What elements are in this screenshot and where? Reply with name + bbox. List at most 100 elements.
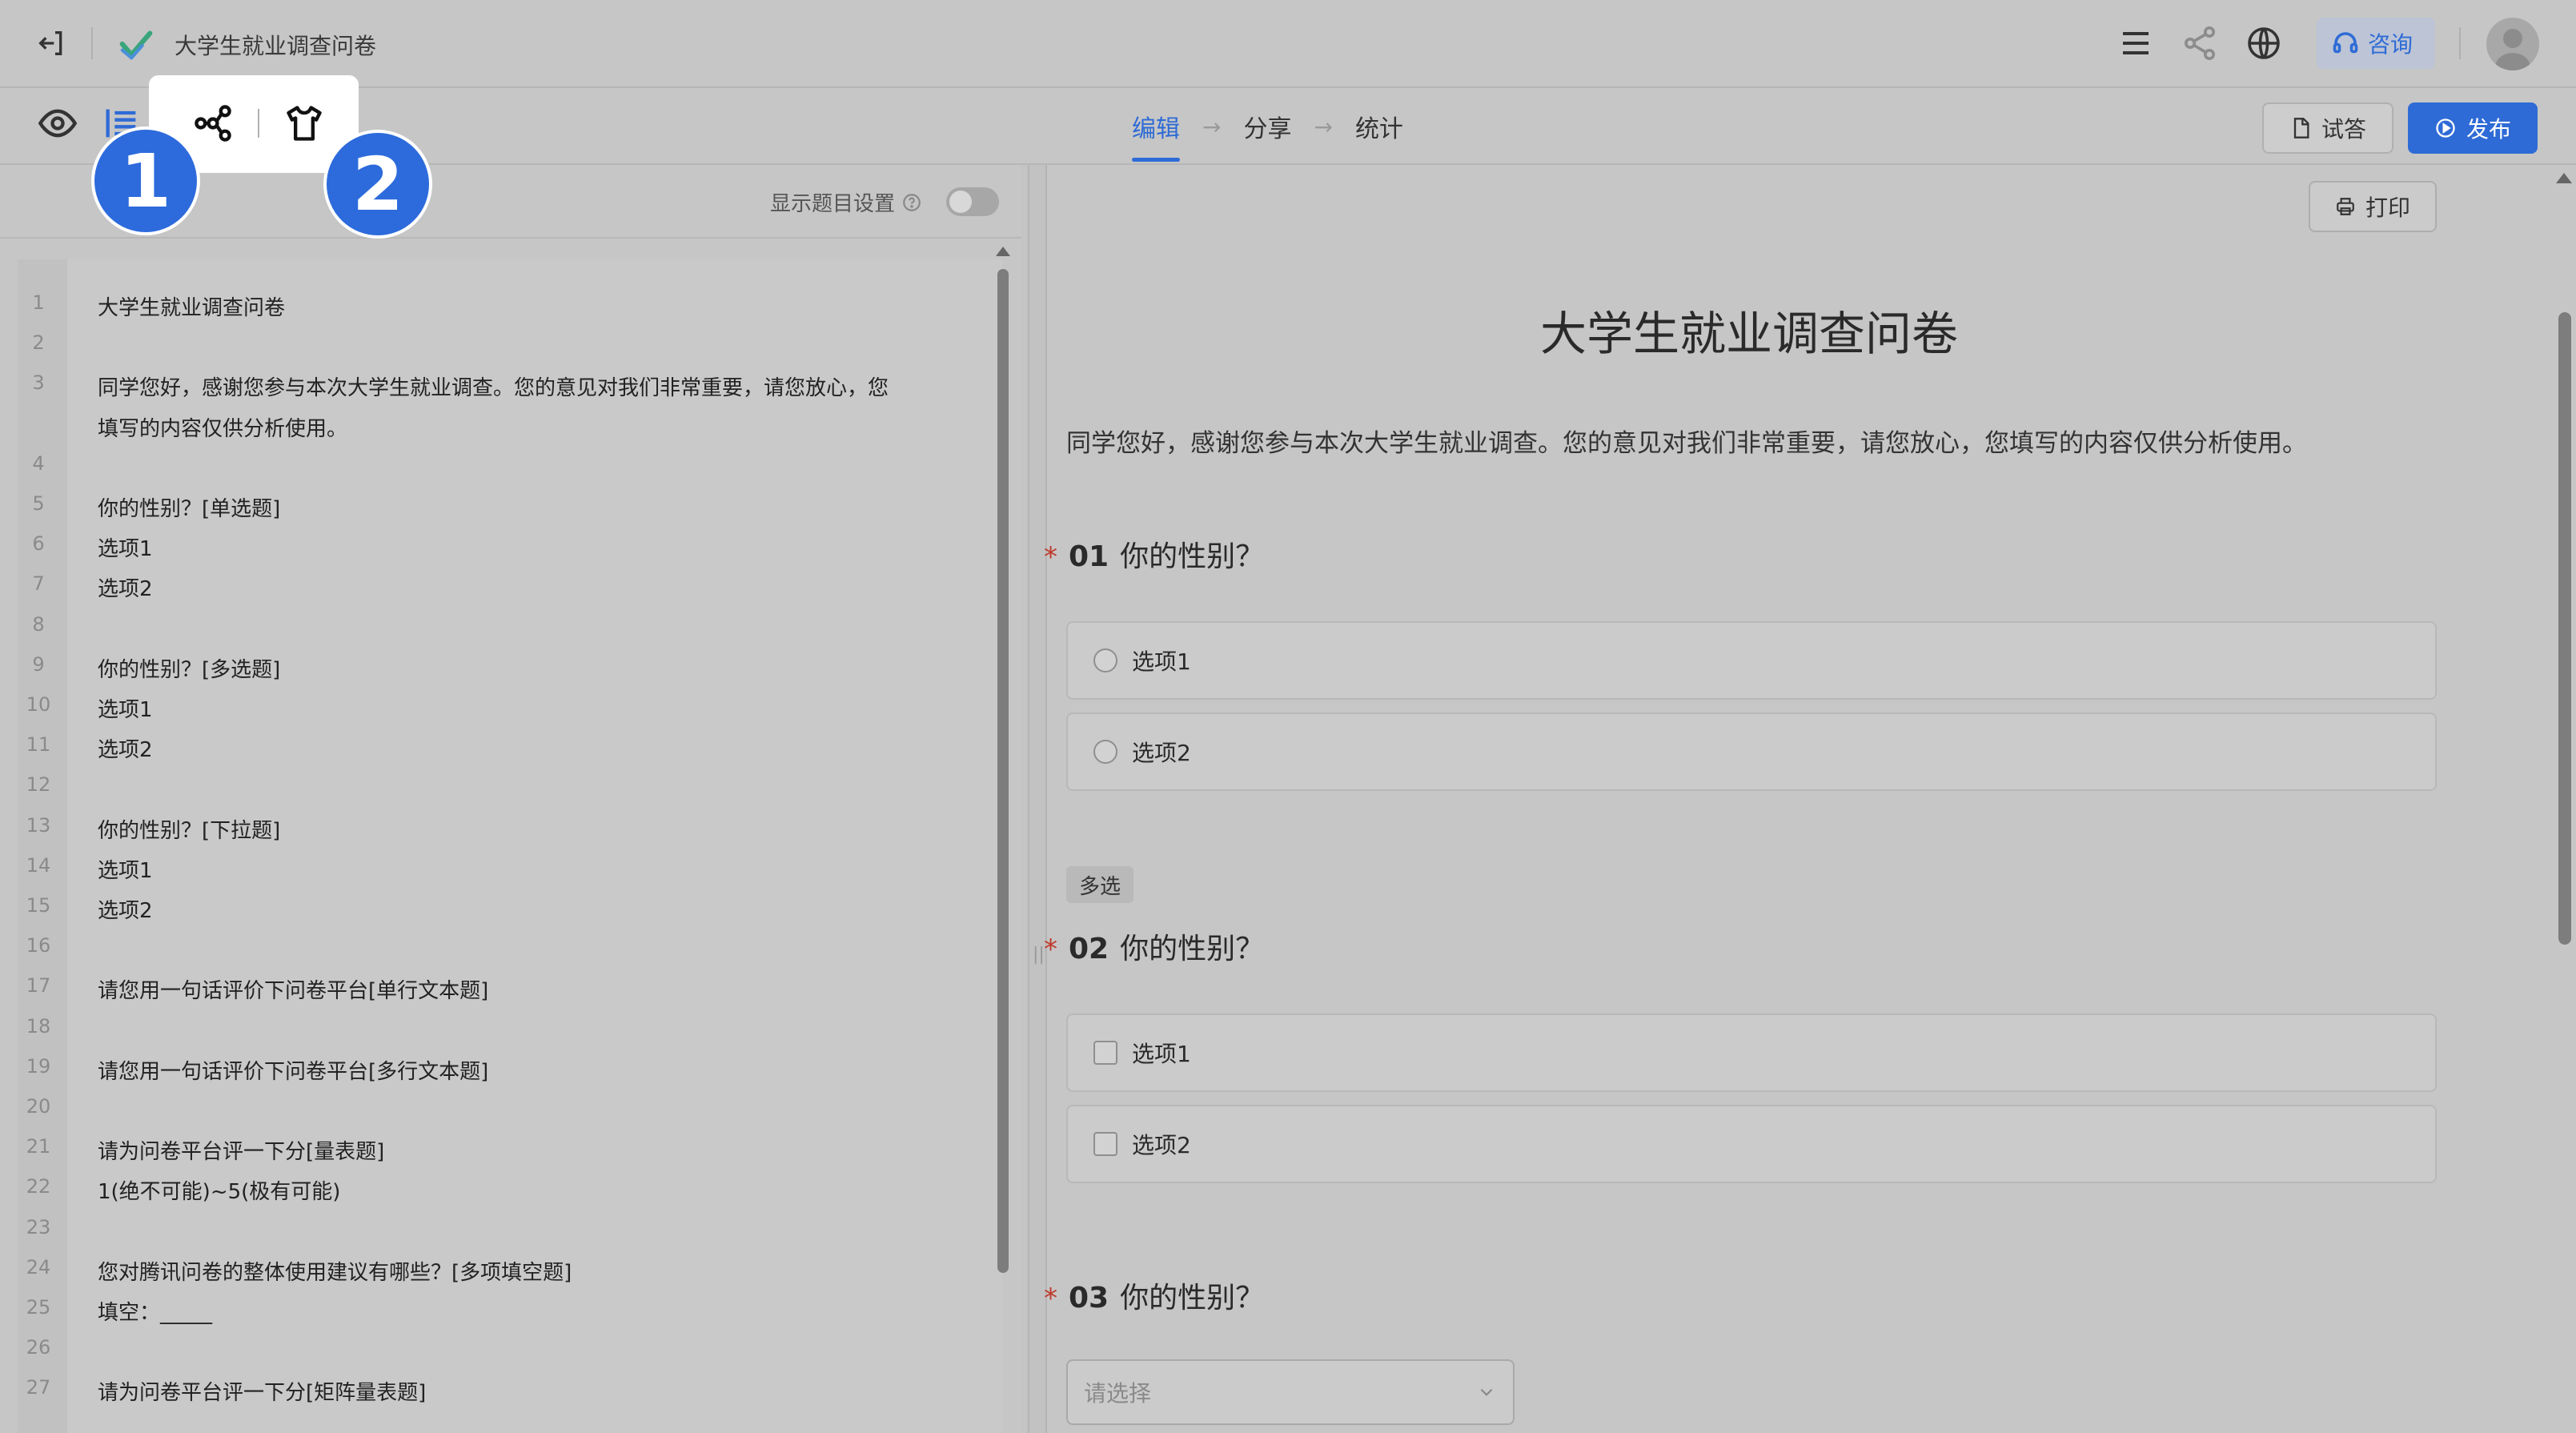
logo-icon	[119, 30, 153, 60]
show-settings-text: 显示题目设置	[770, 192, 896, 216]
question-1-header: * 01 你的性别？	[1044, 533, 1264, 575]
file-icon	[2293, 118, 2309, 138]
question-text: 你的性别？	[1120, 540, 1265, 573]
line-number: 15	[26, 894, 51, 917]
line-text: 选项2	[98, 577, 153, 601]
radio-icon[interactable]	[1093, 740, 1117, 764]
line-text: 你的性别？[多选题]	[98, 658, 281, 682]
line-number: 8	[32, 613, 45, 636]
scroll-up-arrow[interactable]	[2556, 173, 2572, 183]
logic-icon[interactable]	[192, 102, 234, 144]
editor-scrollbar[interactable]	[997, 269, 1009, 1273]
help-icon[interactable]	[901, 192, 922, 213]
trial-button[interactable]: 试答	[2262, 102, 2393, 154]
line-number: 25	[26, 1296, 51, 1319]
scroll-up-arrow[interactable]	[996, 247, 1010, 256]
dropdown-select[interactable]: 请选择	[1066, 1359, 1515, 1425]
avatar[interactable]	[2486, 18, 2539, 70]
checkbox-icon[interactable]	[1093, 1132, 1117, 1156]
line-number: 18	[26, 1015, 51, 1038]
line-number: 5	[32, 492, 45, 515]
publish-button[interactable]: 发布	[2408, 102, 2538, 154]
app-title: 大学生就业调查问卷	[175, 33, 377, 59]
line-text: 同学您好，感谢您参与本次大学生就业调查。您的意见对我们非常重要，请您放心，您	[98, 376, 889, 400]
survey-title: 大学生就业调查问卷	[1539, 307, 1958, 361]
question-3-header: * 03 你的性别？	[1044, 1274, 1264, 1316]
line-text: 请您用一句话评价下问卷平台[多行文本题]	[98, 1060, 489, 1084]
line-number: 27	[26, 1376, 51, 1399]
checkbox-icon[interactable]	[1093, 1041, 1117, 1065]
share-icon[interactable]	[2181, 24, 2219, 62]
divider	[91, 27, 93, 59]
print-icon	[2337, 198, 2354, 215]
divider	[2459, 27, 2461, 59]
line-number: 21	[26, 1135, 51, 1158]
headset-icon	[2333, 32, 2358, 54]
line-text: 填写的内容仅供分析使用。	[98, 417, 348, 441]
menu-icon[interactable]	[2117, 24, 2155, 62]
step-stats[interactable]: 统计	[1355, 109, 1403, 144]
divider	[0, 237, 1021, 239]
required-mark: *	[1044, 541, 1057, 573]
line-text: 填空：_____	[98, 1301, 213, 1325]
line-number: 7	[32, 572, 45, 595]
show-settings-label: 显示题目设置	[770, 187, 922, 217]
splitter-grip-icon[interactable]: ||	[1033, 945, 1045, 965]
line-number: 4	[32, 452, 45, 475]
line-number: 16	[26, 934, 51, 957]
show-settings-toggle[interactable]	[946, 187, 999, 216]
line-text: 选项2	[98, 738, 153, 762]
top-bar: 大学生就业调查问卷 咨询	[0, 0, 2576, 88]
line-text: 请您用一句话评价下问卷平台[单行文本题]	[98, 979, 489, 1003]
required-mark: *	[1044, 933, 1057, 965]
line-number: 19	[26, 1055, 51, 1078]
line-number: 6	[32, 532, 45, 555]
option-label: 选项1	[1132, 1041, 1191, 1067]
line-number: 22	[26, 1175, 51, 1198]
panel-splitter[interactable]	[1028, 165, 1047, 1433]
line-text: 选项2	[98, 899, 153, 923]
line-text: 选项1	[98, 698, 153, 722]
play-circle-icon	[2436, 118, 2455, 138]
line-number: 2	[32, 331, 45, 354]
radio-option[interactable]: 选项2	[1066, 712, 2437, 791]
step-edit[interactable]: 编辑	[1132, 109, 1180, 162]
consult-label: 咨询	[2368, 31, 2413, 58]
radio-option[interactable]: 选项1	[1066, 621, 2437, 700]
option-label: 选项2	[1132, 740, 1191, 766]
option-label: 选项1	[1132, 648, 1191, 675]
line-number: 14	[26, 854, 51, 877]
divider	[258, 109, 259, 138]
question-number: 02	[1069, 933, 1109, 965]
chevron-down-icon	[1480, 1388, 1493, 1396]
exit-icon[interactable]	[35, 27, 67, 59]
consult-button[interactable]: 咨询	[2317, 18, 2435, 69]
question-number: 03	[1069, 1282, 1109, 1315]
line-text: 1(绝不可能)~5(极有可能)	[98, 1180, 341, 1204]
eye-icon[interactable]	[37, 102, 78, 144]
line-text: 选项1	[98, 537, 153, 561]
line-text: 选项1	[98, 859, 153, 883]
publish-label: 发布	[2466, 116, 2511, 142]
checkbox-option[interactable]: 选项1	[1066, 1014, 2437, 1092]
checkbox-option[interactable]: 选项2	[1066, 1105, 2437, 1183]
line-text: 你的性别？[下拉题]	[98, 819, 281, 843]
line-text: 请为问卷平台评一下分[量表题]	[98, 1140, 385, 1164]
survey-intro: 同学您好，感谢您参与本次大学生就业调查。您的意见对我们非常重要，请您放心，您填写…	[1066, 429, 2307, 458]
globe-icon[interactable]	[2245, 24, 2283, 62]
line-number: 26	[26, 1336, 51, 1359]
theme-shirt-icon[interactable]	[283, 102, 325, 144]
question-text: 你的性别？	[1120, 933, 1265, 965]
question-type-tag: 多选	[1066, 866, 1134, 903]
print-label: 打印	[2365, 195, 2410, 221]
line-text: 您对腾讯问卷的整体使用建议有哪些？[多项填空题]	[98, 1261, 572, 1285]
line-number: 13	[26, 814, 51, 837]
print-button[interactable]: 打印	[2309, 181, 2437, 232]
step-share[interactable]: 分享	[1243, 109, 1291, 144]
text-editor[interactable]: 1 大学生就业调查问卷 2 3 同学您好，感谢您参与本次大学生就业调查。您的意见对我们非…	[18, 259, 1002, 1433]
radio-icon[interactable]	[1093, 648, 1117, 672]
line-text: 请为问卷平台评一下分[矩阵量表题]	[98, 1381, 427, 1405]
line-text: 你的性别？[单选题]	[98, 497, 281, 521]
select-placeholder: 请选择	[1084, 1380, 1152, 1407]
preview-scrollbar[interactable]	[2558, 312, 2571, 945]
